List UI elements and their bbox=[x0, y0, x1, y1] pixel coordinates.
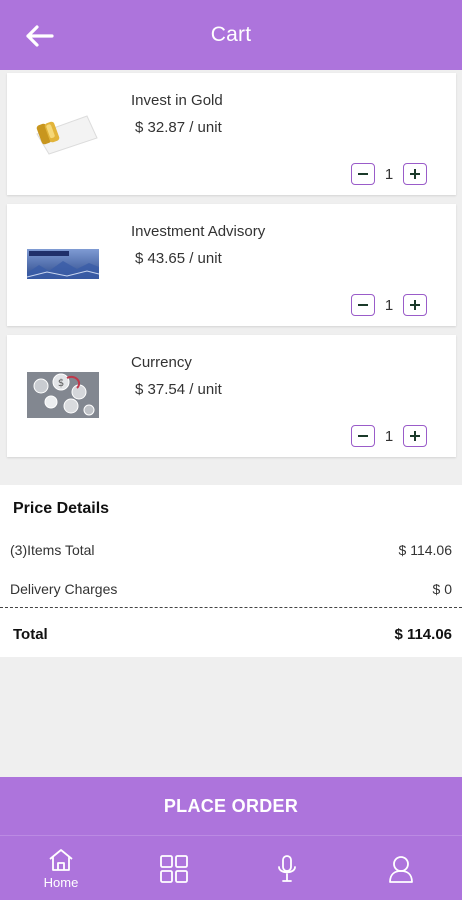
cart-item: $ Currency $ 37.54 / unit 1 bbox=[7, 335, 456, 457]
item-name: Investment Advisory bbox=[131, 223, 266, 240]
bottom-navigation: Home bbox=[0, 835, 462, 900]
total-value: $ 114.06 bbox=[394, 626, 452, 643]
item-price: $ 32.87 / unit bbox=[135, 119, 222, 136]
delivery-charges-value: $ 0 bbox=[432, 581, 452, 597]
delivery-charges-row: Delivery Charges $ 0 bbox=[10, 581, 452, 597]
quantity-value: 1 bbox=[384, 165, 394, 183]
total-row: Total $ 114.06 bbox=[13, 626, 452, 643]
item-name: Invest in Gold bbox=[131, 92, 223, 109]
quantity-value: 1 bbox=[384, 296, 394, 314]
quantity-stepper: 1 bbox=[351, 294, 427, 316]
increase-quantity-button[interactable] bbox=[403, 425, 427, 447]
svg-text:$: $ bbox=[58, 378, 64, 389]
increase-quantity-button[interactable] bbox=[403, 294, 427, 316]
items-total-row: (3)Items Total $ 114.06 bbox=[10, 542, 452, 558]
quantity-value: 1 bbox=[384, 427, 394, 445]
increase-quantity-button[interactable] bbox=[403, 163, 427, 185]
currency-thumbnail: $ bbox=[27, 372, 99, 418]
minus-icon bbox=[358, 173, 368, 175]
plus-icon bbox=[410, 300, 420, 310]
nav-voice[interactable] bbox=[247, 836, 327, 900]
page-title: Cart bbox=[210, 23, 252, 46]
plus-icon bbox=[410, 431, 420, 441]
price-details-title: Price Details bbox=[13, 500, 110, 517]
cart-item: Invest in Gold $ 32.87 / unit 1 bbox=[7, 73, 456, 195]
nav-home[interactable]: Home bbox=[21, 836, 101, 900]
item-name: Currency bbox=[131, 354, 192, 371]
gold-bar-thumbnail bbox=[36, 115, 98, 155]
dashed-divider bbox=[0, 607, 462, 608]
item-price: $ 37.54 / unit bbox=[135, 381, 222, 398]
items-total-value: $ 114.06 bbox=[398, 542, 452, 558]
item-price: $ 43.65 / unit bbox=[135, 250, 222, 267]
grid-icon bbox=[160, 854, 188, 883]
back-button[interactable] bbox=[22, 20, 56, 52]
price-details-panel: Price Details (3)Items Total $ 114.06 De… bbox=[0, 485, 462, 657]
arrow-left-icon bbox=[26, 25, 54, 47]
decrease-quantity-button[interactable] bbox=[351, 163, 375, 185]
delivery-charges-label: Delivery Charges bbox=[10, 581, 118, 597]
app-header: Cart bbox=[0, 0, 462, 70]
nav-profile[interactable] bbox=[361, 836, 441, 900]
total-label: Total bbox=[13, 626, 48, 643]
minus-icon bbox=[358, 435, 368, 437]
advisory-banner-thumbnail bbox=[27, 249, 99, 279]
cart-item: Investment Advisory $ 43.65 / unit 1 bbox=[7, 204, 456, 326]
quantity-stepper: 1 bbox=[351, 163, 427, 185]
decrease-quantity-button[interactable] bbox=[351, 425, 375, 447]
plus-icon bbox=[410, 169, 420, 179]
items-total-label: (3)Items Total bbox=[10, 542, 95, 558]
nav-home-label: Home bbox=[43, 875, 79, 890]
place-order-button[interactable]: PLACE ORDER bbox=[0, 777, 462, 835]
minus-icon bbox=[358, 304, 368, 306]
decrease-quantity-button[interactable] bbox=[351, 294, 375, 316]
microphone-icon bbox=[278, 854, 296, 882]
user-icon bbox=[389, 855, 413, 883]
home-icon bbox=[49, 849, 73, 871]
quantity-stepper: 1 bbox=[351, 425, 427, 447]
nav-categories[interactable] bbox=[134, 836, 214, 900]
